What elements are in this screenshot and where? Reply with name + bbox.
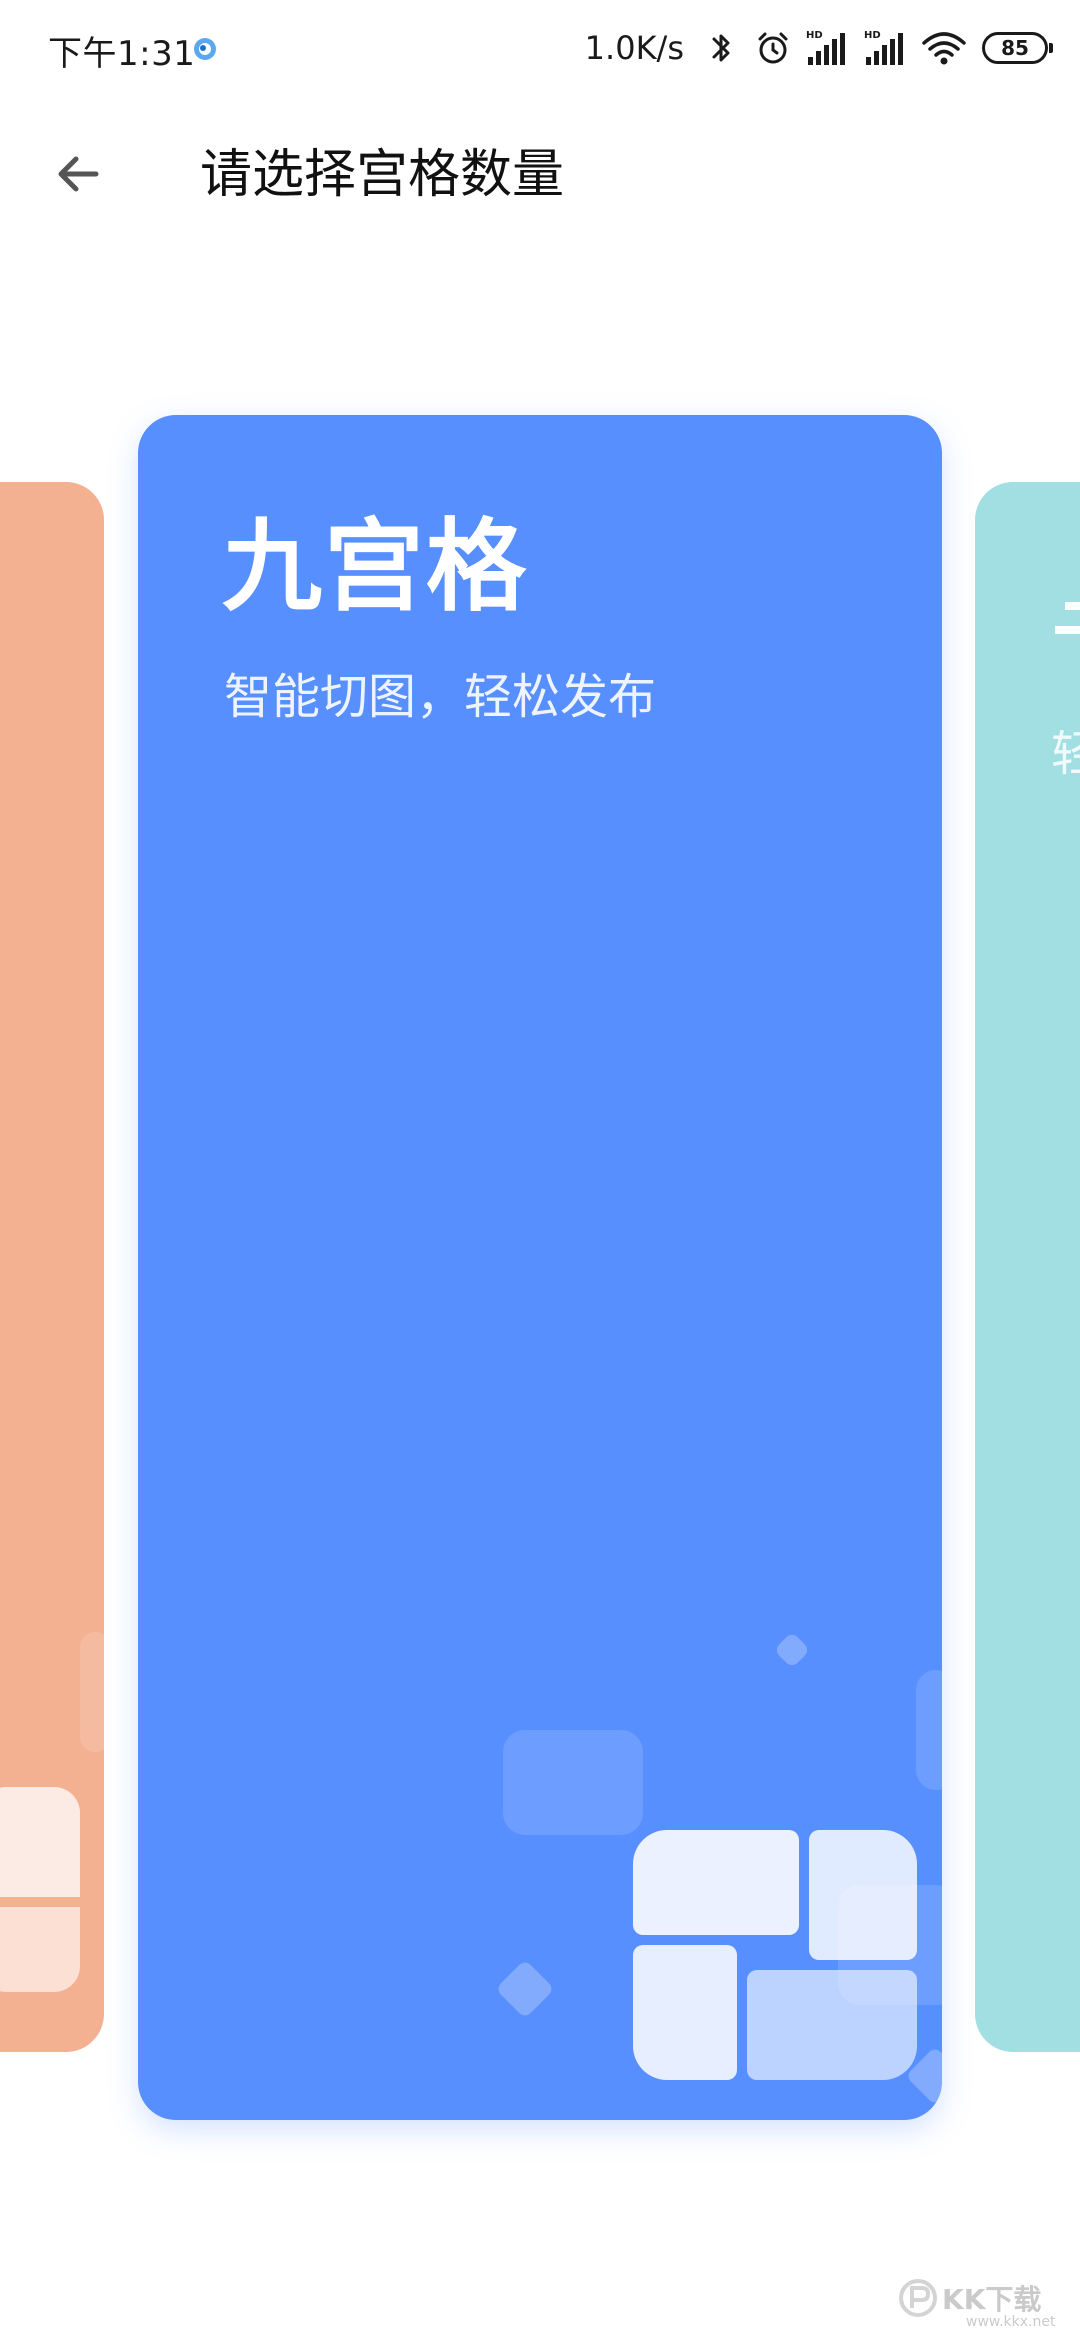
svg-text:HD: HD xyxy=(864,30,881,41)
grid-tile xyxy=(747,1970,917,2080)
card-deco-faint-rect xyxy=(503,1730,643,1835)
battery-icon: 85 xyxy=(982,32,1053,64)
card-subtitle: 智能切图，轻松发布 xyxy=(224,669,657,725)
hd-signal-icon: HD xyxy=(864,30,903,65)
svg-text:HD: HD xyxy=(806,30,823,41)
card-deco-faint-rect xyxy=(916,1670,942,1790)
app-bar: 请选择宫格数量 xyxy=(0,110,1080,240)
card-right-title-peek xyxy=(1055,602,1080,634)
grid-option-card-nine[interactable]: 九宫格 智能切图，轻松发布 xyxy=(138,415,942,2120)
card-deco-diamond xyxy=(773,1631,811,1669)
card-title: 九宫格 xyxy=(222,508,528,625)
grid-illustration xyxy=(633,1830,917,2080)
alarm-icon xyxy=(758,32,788,64)
page-title: 请选择宫格数量 xyxy=(200,145,565,205)
battery-level: 85 xyxy=(1001,36,1029,60)
arrow-left-icon xyxy=(58,156,99,192)
card-left-deco-tile xyxy=(0,1787,80,1897)
watermark-icon xyxy=(899,2279,937,2317)
card-left-deco-tile xyxy=(0,1907,80,1992)
grid-option-card-left[interactable] xyxy=(0,482,104,2052)
watermark-url: www.kkx.net xyxy=(966,2314,1056,2330)
status-time: 下午1:31 xyxy=(48,34,196,74)
status-bar: 下午1:31 1.0K/s HD HD 85 xyxy=(0,0,1080,96)
back-button[interactable] xyxy=(40,136,116,212)
status-right-group: 1.0K/s HD HD 85 xyxy=(584,22,1053,74)
grid-tile xyxy=(633,1830,799,1935)
grid-tile xyxy=(809,1830,917,1960)
bluetooth-icon xyxy=(712,34,730,62)
watermark-logo: KK下载 www.kkx.net xyxy=(894,2264,1064,2334)
watermark-text: KK下载 xyxy=(942,2283,1042,2316)
card-right-subtitle-peek: 轻 xyxy=(1051,726,1080,782)
grid-option-card-right[interactable]: 轻 xyxy=(975,482,1080,2052)
wifi-icon xyxy=(922,32,966,65)
network-speed: 1.0K/s xyxy=(584,29,684,67)
screen: 下午1:31 1.0K/s HD HD 85 请选择宫格数量 轻 九宫格 智能切… xyxy=(0,0,1080,2340)
app-notification-icon xyxy=(194,38,216,60)
card-left-deco xyxy=(80,1632,104,1752)
hd-signal-icon: HD xyxy=(806,30,845,65)
grid-tile xyxy=(633,1945,737,2080)
card-deco-diamond xyxy=(495,1959,555,2019)
